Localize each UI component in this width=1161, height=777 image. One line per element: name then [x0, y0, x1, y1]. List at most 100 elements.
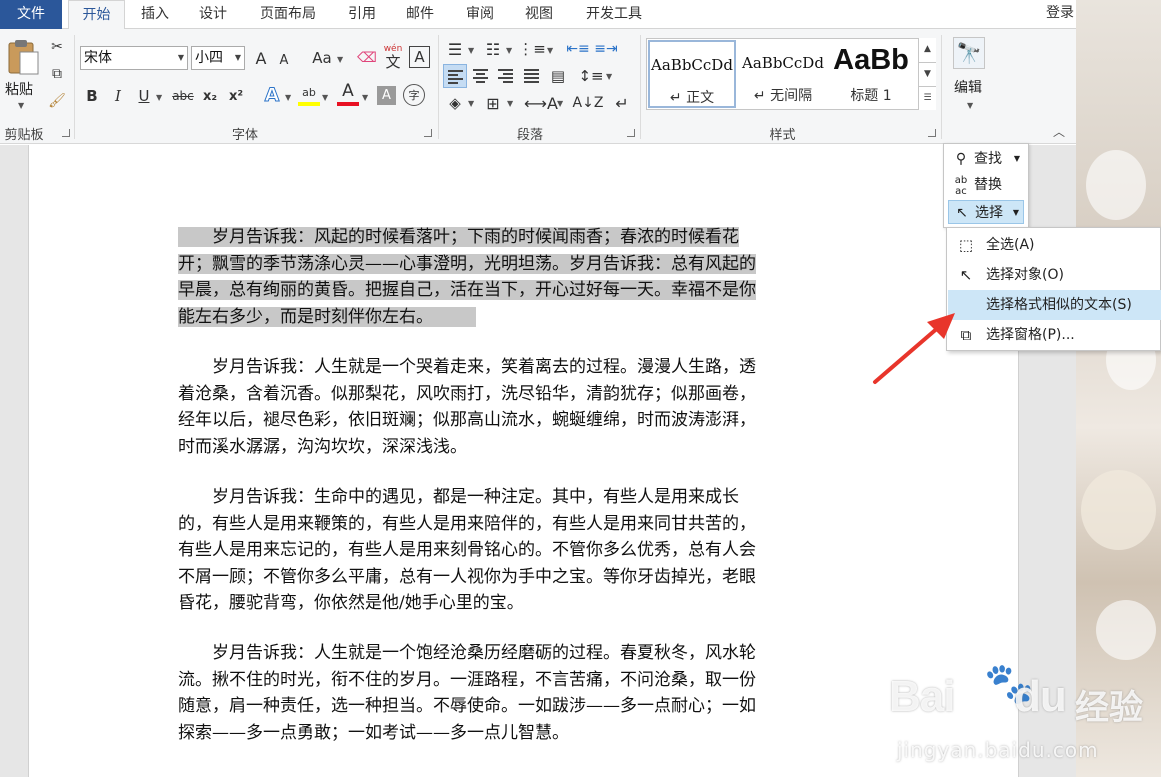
- paragraph-2[interactable]: 岁月告诉我：人生就是一个哭着走来，笑着离去的过程。漫漫人生路，透 着沧桑，含着沉…: [178, 354, 858, 460]
- chinese-layout-icon[interactable]: ⟷A: [524, 91, 558, 115]
- tab-home[interactable]: 开始: [68, 0, 125, 30]
- sort-icon[interactable]: A↓Z: [573, 91, 604, 115]
- editing-dropdown-panel: ⚲ 查找 ▼ ab ac 替换 ↖ 选择 ▼: [943, 143, 1029, 228]
- italic-button[interactable]: I: [109, 85, 127, 107]
- paragraph-4[interactable]: 岁月告诉我：人生就是一个饱经沧桑历经磨砺的过程。春夏秋冬，风水轮 流。揪不住的时…: [178, 640, 858, 746]
- gallery-scroll-down-icon[interactable]: ▼: [918, 62, 936, 86]
- replace-button[interactable]: ab ac 替换: [948, 173, 1024, 197]
- tab-view[interactable]: 视图: [511, 0, 567, 29]
- font-color-icon[interactable]: A: [337, 81, 359, 101]
- select-submenu: ⬚ 全选(A) ↖ 选择对象(O) 选择格式相似的文本(S) ⧉ 选择窗格(P)...: [946, 227, 1161, 351]
- shading-icon[interactable]: ◈: [444, 91, 466, 115]
- editing-dropdown-icon[interactable]: ▼: [967, 101, 973, 110]
- underline-button[interactable]: U: [135, 85, 153, 107]
- styles-group-label: 样式: [769, 128, 796, 143]
- underline-dropdown-icon[interactable]: ▼: [156, 93, 162, 102]
- menu-select-similar-formatting[interactable]: 选择格式相似的文本(S): [948, 290, 1161, 320]
- paragraph-1-selected[interactable]: 岁月告诉我：风起的时候看落叶；下雨的时候闻雨香；春浓的时候看花 开；飘雪的季节荡…: [178, 224, 858, 330]
- format-painter-icon[interactable]: 🖌: [48, 92, 66, 110]
- show-marks-icon[interactable]: ↵: [611, 91, 633, 115]
- bullets-dropdown-icon[interactable]: ▼: [468, 46, 474, 55]
- increase-indent-icon[interactable]: ≡⇥: [594, 38, 618, 60]
- find-button[interactable]: ⚲ 查找 ▼: [948, 147, 1024, 171]
- font-size-combo[interactable]: 小四 ▼: [191, 46, 245, 70]
- tab-references[interactable]: 引用: [334, 0, 390, 29]
- phonetic-guide-icon[interactable]: wén 文: [382, 42, 404, 72]
- borders-icon[interactable]: ⊞: [482, 91, 504, 115]
- tab-developer[interactable]: 开发工具: [572, 0, 656, 29]
- line-spacing-icon[interactable]: ↕≡: [578, 64, 603, 88]
- cut-icon[interactable]: ✂: [48, 38, 66, 56]
- editing-button-label[interactable]: 编辑: [954, 77, 982, 97]
- style-heading-1[interactable]: AaBb 标题 1: [831, 40, 911, 108]
- font-launcher-icon[interactable]: [424, 129, 432, 137]
- bullets-icon[interactable]: ☰: [444, 38, 466, 60]
- justify-button[interactable]: [520, 64, 544, 88]
- menu-select-objects[interactable]: ↖ 选择对象(O): [948, 260, 1161, 290]
- paste-label[interactable]: 粘贴: [5, 79, 33, 99]
- font-name-combo[interactable]: 宋体 ▼: [80, 46, 188, 70]
- gallery-more-icon[interactable]: ☰: [918, 86, 936, 110]
- strikethrough-button[interactable]: abc: [170, 85, 196, 107]
- clear-format-icon[interactable]: ⌫: [356, 47, 378, 69]
- cursor-icon: ↖: [956, 205, 968, 221]
- subscript-button[interactable]: x₂: [199, 85, 221, 107]
- distributed-align-icon[interactable]: ▤: [546, 64, 570, 88]
- superscript-button[interactable]: x²: [225, 85, 247, 107]
- style-normal[interactable]: AaBbCcDd ↵ 正文: [648, 40, 736, 108]
- gallery-scroll-up-icon[interactable]: ▲: [918, 38, 936, 62]
- style-no-spacing[interactable]: AaBbCcDd ↵ 无间隔: [739, 40, 827, 108]
- character-border-icon[interactable]: A: [409, 46, 430, 68]
- menu-selection-pane[interactable]: ⧉ 选择窗格(P)...: [948, 320, 1161, 350]
- cursor-icon: ↖: [959, 266, 973, 284]
- enclose-characters-icon[interactable]: 字: [403, 84, 425, 106]
- align-center-button[interactable]: [469, 64, 493, 88]
- clipboard-launcher-icon[interactable]: [62, 129, 70, 137]
- baidu-jingyan-watermark: Bai 🐾 du 经验 jingyan.baidu.com: [889, 661, 1143, 762]
- collapse-ribbon-icon[interactable]: ︿: [1050, 123, 1068, 139]
- change-case-dropdown-icon[interactable]: ▼: [337, 55, 343, 64]
- line-spacing-dropdown-icon[interactable]: ▼: [606, 72, 612, 81]
- decrease-indent-icon[interactable]: ⇤≡: [566, 38, 590, 60]
- numbering-dropdown-icon[interactable]: ▼: [506, 46, 512, 55]
- styles-launcher-icon[interactable]: [928, 129, 936, 137]
- text-effects-dropdown-icon[interactable]: ▼: [285, 93, 291, 102]
- tab-review[interactable]: 审阅: [452, 0, 508, 29]
- paste-icon[interactable]: [4, 37, 42, 77]
- shrink-font-icon[interactable]: A: [275, 50, 293, 70]
- login-link[interactable]: 登录: [1046, 0, 1074, 29]
- paragraph-launcher-icon[interactable]: [627, 129, 635, 137]
- binoculars-icon[interactable]: 🔭: [953, 37, 985, 69]
- copy-icon[interactable]: ⧉: [48, 65, 66, 83]
- font-group-label: 字体: [231, 128, 258, 143]
- multilevel-list-icon[interactable]: ⋮≡: [518, 38, 546, 60]
- tab-page-layout[interactable]: 页面布局: [246, 0, 330, 29]
- chinese-layout-dropdown-icon[interactable]: ▼: [557, 99, 563, 108]
- tab-insert[interactable]: 插入: [128, 0, 182, 29]
- tab-mailings[interactable]: 邮件: [392, 0, 448, 29]
- borders-dropdown-icon[interactable]: ▼: [507, 99, 513, 108]
- tab-file[interactable]: 文件: [0, 0, 62, 29]
- font-color-dropdown-icon[interactable]: ▼: [362, 93, 368, 102]
- paste-dropdown-icon[interactable]: ▼: [18, 101, 24, 110]
- menu-select-all[interactable]: ⬚ 全选(A): [948, 230, 1161, 260]
- paragraph-group-label: 段落: [516, 128, 543, 143]
- select-button[interactable]: ↖ 选择 ▼: [948, 200, 1024, 224]
- group-separator: [640, 35, 641, 139]
- font-color-swatch: [337, 102, 359, 106]
- shading-dropdown-icon[interactable]: ▼: [468, 99, 474, 108]
- align-right-button[interactable]: [494, 64, 518, 88]
- text-effects-icon[interactable]: A: [261, 83, 283, 107]
- multilevel-list-dropdown-icon[interactable]: ▼: [547, 46, 553, 55]
- bold-button[interactable]: B: [83, 85, 101, 107]
- change-case-icon[interactable]: Aa: [309, 47, 335, 69]
- character-shading-icon[interactable]: A: [377, 86, 396, 105]
- highlight-icon[interactable]: ab: [298, 82, 320, 102]
- numbering-icon[interactable]: ☷: [482, 38, 504, 60]
- highlight-dropdown-icon[interactable]: ▼: [322, 93, 328, 102]
- grow-font-icon[interactable]: A: [251, 47, 271, 69]
- align-left-button[interactable]: [443, 64, 467, 88]
- tab-design[interactable]: 设计: [186, 0, 240, 29]
- paragraph-3[interactable]: 岁月告诉我：生命中的遇见，都是一种注定。其中，有些人是用来成长 的，有些人是用来…: [178, 484, 858, 617]
- ribbon: 粘贴 ▼ ✂ ⧉ 🖌 剪贴板 宋体 ▼ 小四 ▼ A A Aa ▼ ⌫ wén 文 A…: [0, 29, 1076, 144]
